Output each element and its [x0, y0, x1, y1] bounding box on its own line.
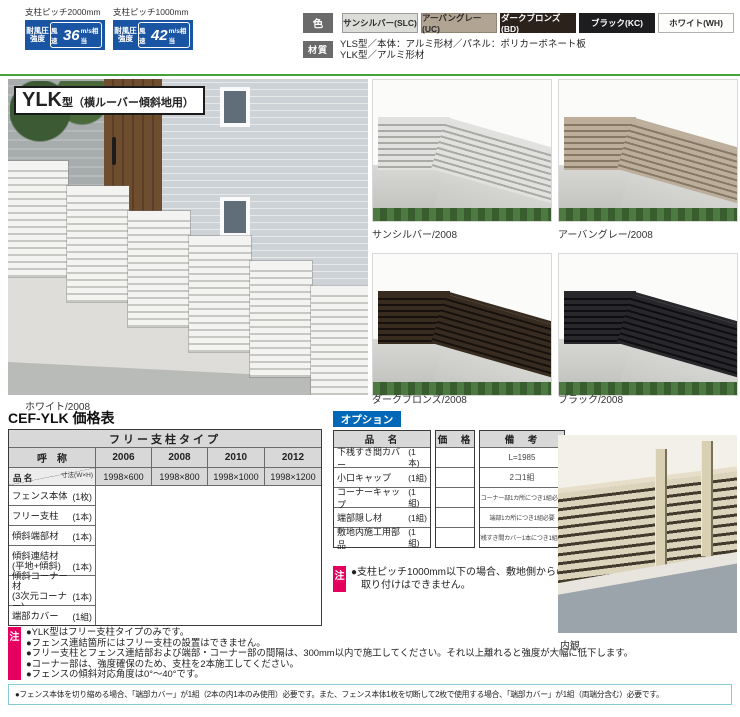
note-lines: ●YLK型はフリー支柱タイプのみです。 ●フェンス連結箇所にはフリー支柱の設置は… [26, 627, 633, 680]
option-price [436, 508, 474, 527]
options-table: 品 名 下桟すき間カバー(1本) 小口キャップ(1組) コーナーキャップ(1組)… [333, 430, 565, 548]
pitch-label: 支柱ピッチ1000mm [113, 6, 193, 18]
option-row: 敷地内施工用部品(1組) [334, 528, 430, 547]
item-row-slope-end: 傾斜端部材 (1本) [9, 526, 95, 545]
interior-view-photo [558, 435, 737, 633]
color-swatch-sunsilver: サンシルバー(SLC) [342, 13, 418, 33]
color-tag: 色 [303, 13, 333, 33]
main-product-photo: YLK 型（横ルーバー傾斜地用） [8, 79, 368, 395]
variant-caption: サンシルバー/2008 [372, 226, 457, 241]
footer-note: ●フェンス本体を切り縮める場合、「端部カバー」が1組（2本の内1本のみ使用）必要… [8, 684, 732, 705]
option-row: 下桟すき間カバー(1本) [334, 448, 430, 467]
option-price [436, 468, 474, 487]
dimension-cell: 1998×800 [152, 468, 207, 485]
dimension-cell: 1998×1200 [265, 468, 321, 485]
variant-photo-darkbronze [372, 253, 552, 396]
options-price-column: 価 格 [435, 430, 475, 548]
model-subtitle: 型（横ルーバー傾斜地用） [62, 94, 194, 110]
item-row-fence-body: フェンス本体 (1枚) [9, 486, 95, 505]
col-header-size: 2010 [208, 448, 264, 467]
pitch-label: 支柱ピッチ2000mm [25, 6, 105, 18]
dimension-cell: 1998×1000 [208, 468, 264, 485]
price-table: フリー支柱タイプ 呼 称 2006 2008 2010 2012 寸法(W×H)… [8, 429, 322, 626]
col-header-name: 呼 称 [9, 448, 95, 467]
item-row-free-post: フリー支柱 (1本) [9, 506, 95, 525]
wind-spec-badge-2000: 支柱ピッチ2000mm 耐風圧 強度 風速 36 m/s相当 [25, 6, 105, 50]
col-header-size: 2008 [152, 448, 207, 467]
variant-photo-sunsilver [372, 79, 552, 222]
color-swatch-black: ブラック(KC) [579, 13, 655, 33]
material-description: YLS型／本体：アルミ形材／パネル：ポリカーボネート板 YLK型／アルミ形材 [340, 39, 586, 61]
option-price [436, 488, 474, 507]
option-note: 2コ1組 [480, 468, 564, 487]
variant-caption: アーバングレー/2008 [558, 226, 653, 241]
option-price [436, 448, 474, 467]
col-header-size: 2012 [265, 448, 321, 467]
item-row-slope-corner: 傾斜コーナー材 (3次元コーナー) (1本) [9, 576, 95, 605]
price-notes: 注 ●YLK型はフリー支柱タイプのみです。 ●フェンス連結箇所にはフリー支柱の設… [8, 627, 734, 680]
options-name-column: 品 名 下桟すき間カバー(1本) 小口キャップ(1組) コーナーキャップ(1組)… [333, 430, 431, 548]
model-code: YLK [22, 89, 62, 111]
diagonal-header-cell: 寸法(W×H) 品 名 [9, 468, 95, 485]
interior-caption: 内観 [560, 637, 580, 652]
variant-caption: ブラック/2008 [558, 391, 623, 406]
wind-pressure-label: 耐風圧 強度 [25, 27, 50, 44]
color-swatch-white: ホワイト(WH) [658, 13, 734, 33]
price-table-title: CEF-YLK 価格表 [8, 408, 115, 428]
options-title: オプション [333, 411, 401, 427]
fence-post-graphic [701, 441, 713, 556]
color-swatch-urbangray: アーバングレー(UC) [421, 13, 497, 33]
table-type-header: フリー支柱タイプ [9, 430, 321, 447]
option-row: コーナーキャップ(1組) [334, 488, 430, 507]
variant-photo-black [558, 253, 738, 396]
note-badge: 注 [8, 627, 21, 680]
fence-graphic [8, 79, 368, 395]
price-values-area [96, 486, 321, 625]
material-tag: 材質 [303, 41, 333, 58]
dimension-cell: 1998×600 [96, 468, 151, 485]
options-note-column: 備 考 L=1985 2コ1組 コーナー部1カ所につき1組必要 端部1カ所につき… [479, 430, 565, 548]
wind-speed-value: 風速 42 m/s相当 [138, 22, 190, 48]
color-swatch-darkbronze: ダークブロンズ(BD) [500, 13, 576, 33]
option-price [436, 528, 474, 547]
option-note: L=1985 [480, 448, 564, 467]
col-header-size: 2006 [96, 448, 151, 467]
wind-rating-box: 耐風圧 強度 風速 36 m/s相当 [25, 20, 105, 50]
option-note: 端部1カ所につき1組必要 [480, 508, 564, 527]
option-note: コーナー部1カ所につき1組必要 [480, 488, 564, 507]
wind-pressure-label: 耐風圧 強度 [113, 27, 138, 44]
variant-photo-urbangray [558, 79, 738, 222]
model-title: YLK 型（横ルーバー傾斜地用） [14, 86, 205, 115]
catalog-page: 支柱ピッチ2000mm 耐風圧 強度 風速 36 m/s相当 支柱ピッチ1000… [0, 0, 740, 717]
option-note: 下桟すき間カバー1本につき1組必要 [480, 528, 564, 547]
wind-speed-value: 風速 36 m/s相当 [50, 22, 102, 48]
options-note: 注 ●支柱ピッチ1000mm以下の場合、敷地側からの 取り付けはできません。 [333, 566, 566, 592]
wind-spec-badge-1000: 支柱ピッチ1000mm 耐風圧 強度 風速 42 m/s相当 [113, 6, 193, 50]
variant-caption: ダークブロンズ/2008 [372, 391, 467, 406]
green-divider [0, 74, 740, 76]
wind-rating-box: 耐風圧 強度 風速 42 m/s相当 [113, 20, 193, 50]
item-row-end-cover: 端部カバー (1組) [9, 606, 95, 625]
note-badge: 注 [333, 566, 346, 592]
